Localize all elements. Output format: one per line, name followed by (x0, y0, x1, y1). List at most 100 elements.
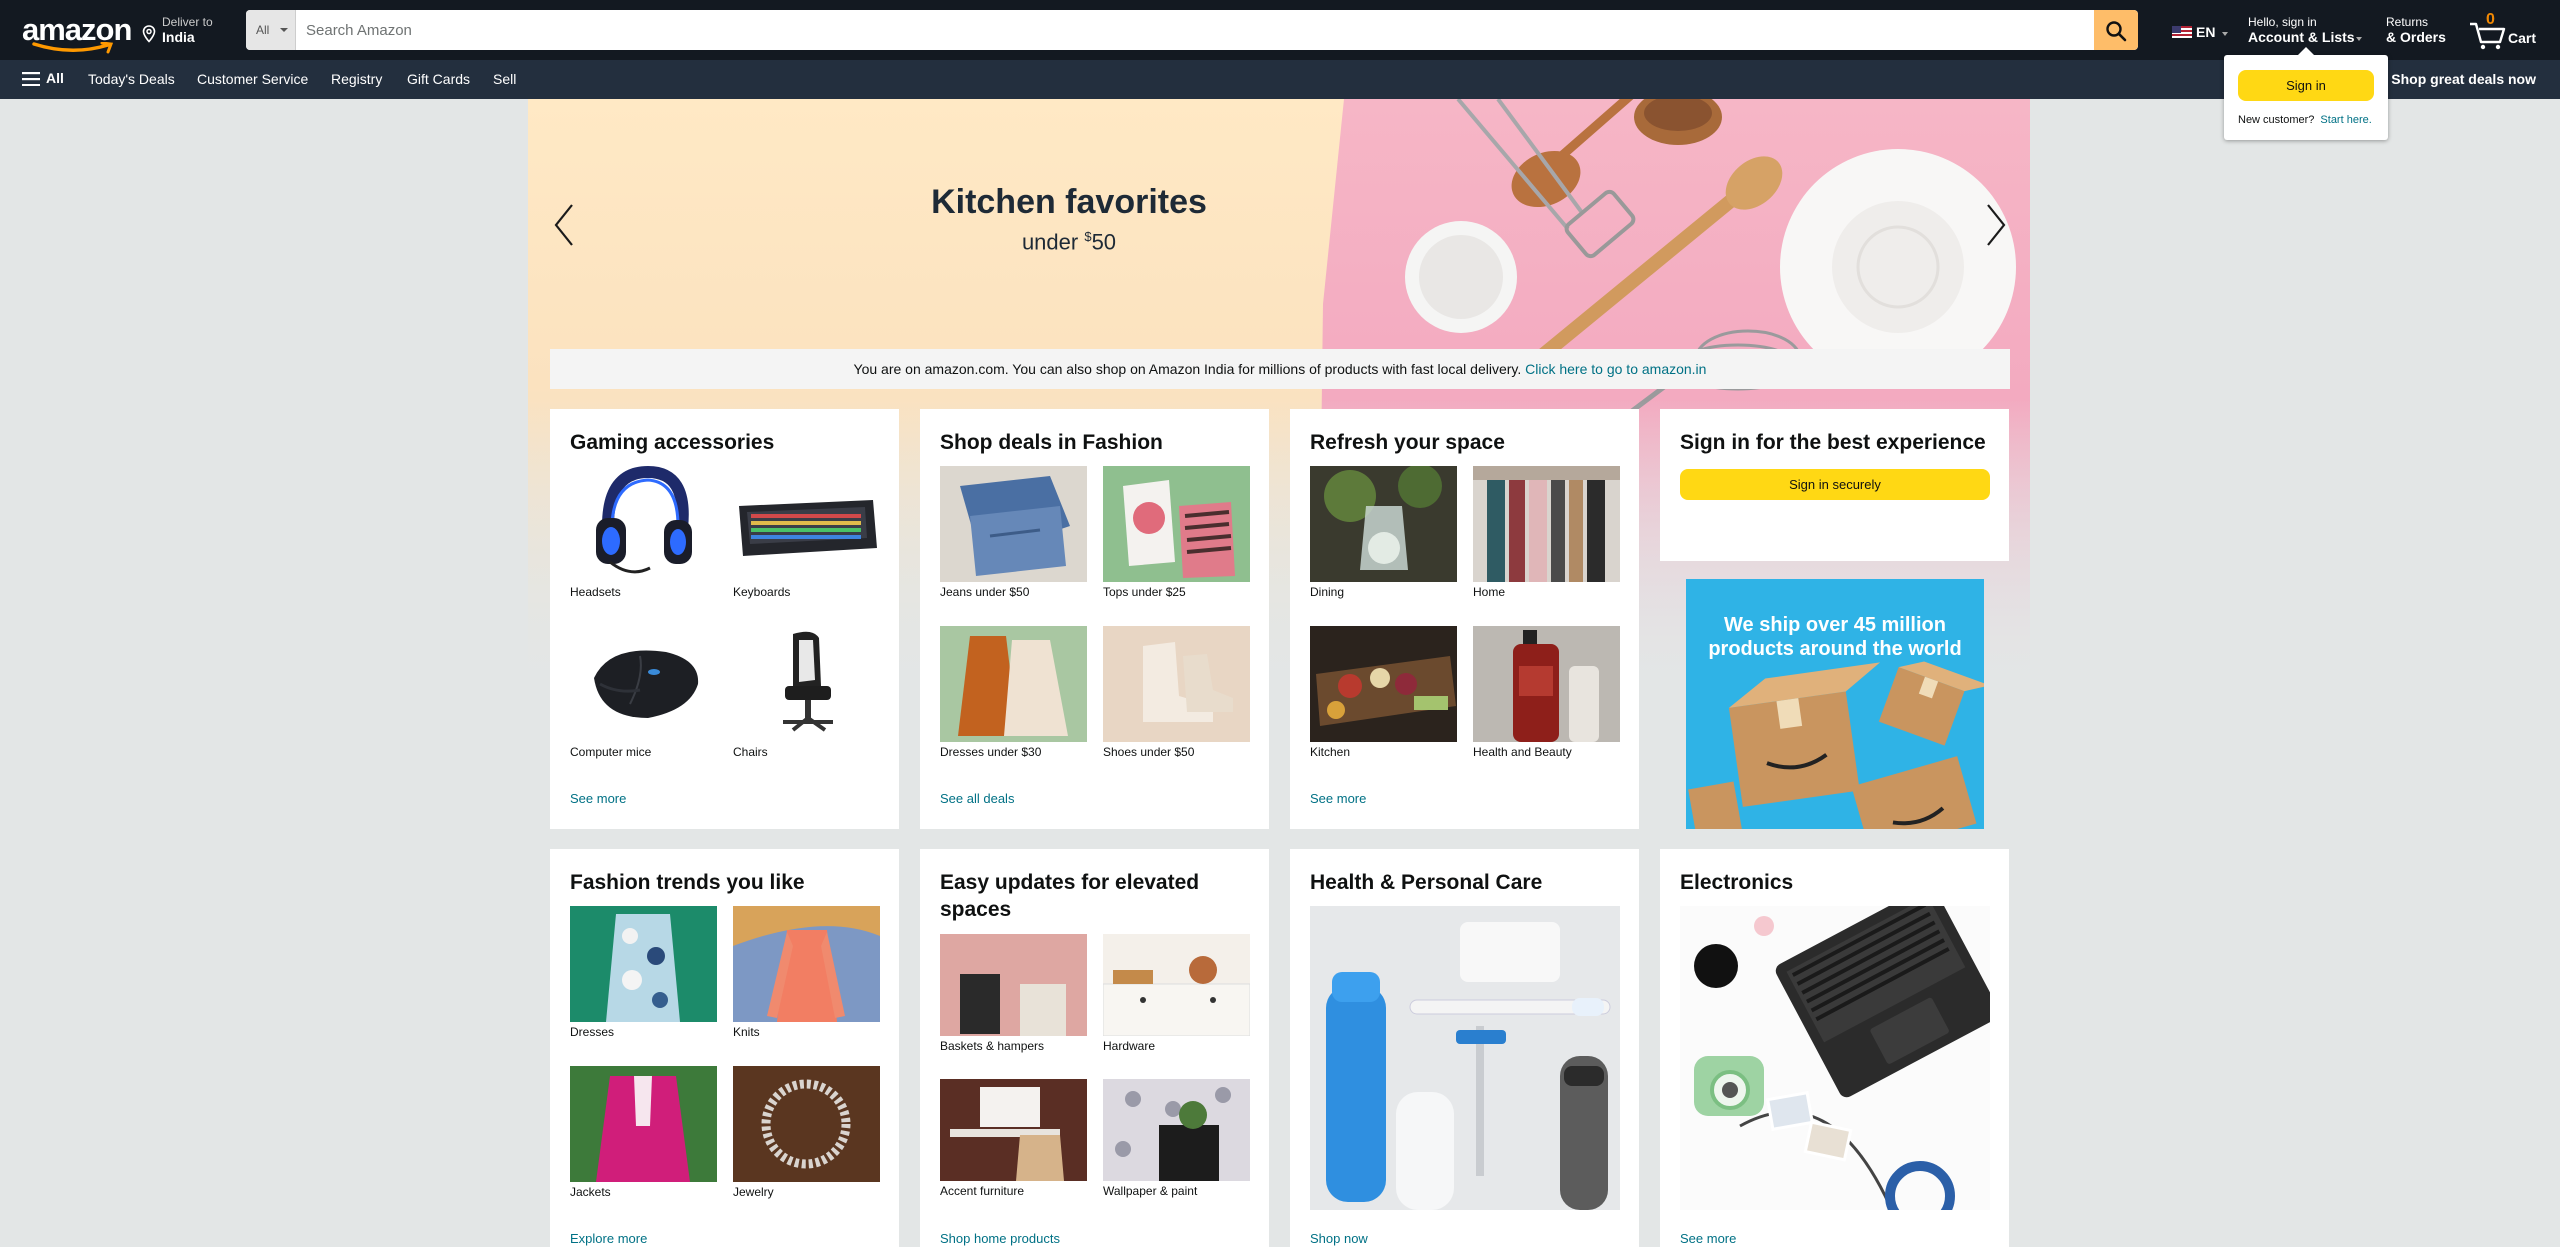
tile-trend-dresses[interactable]: Dresses (570, 906, 717, 1039)
search-category-label: All (256, 23, 270, 37)
search-category-select[interactable]: All (246, 10, 296, 50)
home-image (1473, 466, 1620, 582)
nav-link-sell[interactable]: Sell (493, 71, 516, 87)
nav-link-gift-cards[interactable]: Gift Cards (407, 71, 470, 87)
jacket-image (570, 1066, 717, 1182)
card-electronics: Electronics See more (1660, 849, 2009, 1247)
tile-health-beauty[interactable]: Health and Beauty (1473, 626, 1620, 759)
search-submit-button[interactable] (2094, 10, 2138, 50)
tile-caption: Jewelry (733, 1185, 774, 1199)
carousel-next-arrow-icon[interactable] (1984, 203, 2008, 247)
tile-wallpaper[interactable]: Wallpaper & paint (1103, 1079, 1250, 1198)
secondary-navbar: All Today's Deals Customer Service Regis… (0, 60, 2560, 99)
see-all-deals-link[interactable]: See all deals (940, 791, 1014, 806)
nav-link-customer-service[interactable]: Customer Service (197, 71, 308, 87)
card-title: Electronics (1680, 871, 1794, 894)
tile-caption: Accent furniture (940, 1184, 1025, 1198)
shop-home-products-link[interactable]: Shop home products (940, 1231, 1060, 1246)
tile-jewelry[interactable]: Jewelry (733, 1066, 880, 1199)
returns-label: Returns (2386, 15, 2429, 29)
hero-title: Kitchen favorites (931, 183, 1207, 221)
hero-sub-amount: 50 (1091, 229, 1117, 255)
tile-shoes[interactable]: Shoes under $50 (1103, 626, 1250, 759)
tile-dining[interactable]: Dining (1310, 466, 1457, 599)
card-easy-updates: Easy updates for elevated spaces Baskets… (920, 849, 1269, 1247)
tile-jackets[interactable]: Jackets (570, 1066, 717, 1199)
tile-home[interactable]: Home (1473, 466, 1620, 599)
hamburger-menu-icon (22, 72, 40, 86)
shoes-image (1103, 626, 1250, 742)
tile-tops[interactable]: Tops under $25 (1103, 466, 1250, 599)
tile-knits[interactable]: Knits (733, 906, 880, 1039)
knit-image (733, 906, 880, 1022)
tile-caption: Chairs (733, 745, 768, 759)
headset-image (570, 466, 717, 582)
tile-caption: Computer mice (570, 745, 652, 759)
tile-jeans[interactable]: Jeans under $50 (940, 466, 1087, 599)
tile-caption: Wallpaper & paint (1103, 1184, 1198, 1198)
top-navbar: amazon Deliver to India All EN (0, 0, 2560, 60)
tile-caption: Headsets (570, 585, 621, 599)
sign-in-securely-button[interactable]: Sign in securely (1680, 469, 1990, 500)
hardware-image (1103, 934, 1250, 1036)
card-title: Refresh your space (1310, 431, 1505, 454)
baskets-image (940, 934, 1087, 1036)
jewelry-image (733, 1066, 880, 1182)
cart-button[interactable]: 0 Cart (2468, 10, 2538, 50)
wallpaper-image (1103, 1079, 1250, 1181)
tile-caption: Knits (733, 1025, 760, 1039)
card-fashion-trends: Fashion trends you like Dresses Knits Ja… (550, 849, 899, 1247)
notice-text: You are on amazon.com. You can also shop… (853, 361, 1526, 377)
flyout-signin-button[interactable]: Sign in (2238, 70, 2374, 101)
dresses-image (940, 626, 1087, 742)
new-customer-label: New customer? (2238, 114, 2315, 126)
tile-headsets[interactable]: Headsets (570, 466, 717, 599)
tile-caption: Jackets (570, 1185, 611, 1199)
search-icon (2106, 21, 2127, 42)
tile-chairs[interactable]: Chairs (733, 626, 880, 759)
tile-hardware[interactable]: Hardware (1103, 934, 1250, 1053)
card-title: Gaming accessories (570, 431, 775, 454)
search-bar: All (246, 10, 2138, 50)
tile-caption: Health and Beauty (1473, 745, 1572, 759)
tops-image (1103, 466, 1250, 582)
account-greeting: Hello, sign in (2248, 15, 2317, 29)
language-code: EN (2196, 24, 2216, 40)
computer-mouse-image (570, 626, 717, 742)
nav-link-registry[interactable]: Registry (331, 71, 382, 87)
explore-more-link[interactable]: Explore more (570, 1231, 647, 1246)
tile-caption: Dresses under $30 (940, 745, 1042, 759)
card-title: Health & Personal Care (1310, 871, 1543, 894)
electronics-image[interactable] (1680, 906, 1990, 1210)
international-shipping-ad[interactable]: We ship over 45 million products around … (1686, 579, 1984, 829)
health-products-image[interactable] (1310, 906, 1620, 1210)
see-more-link[interactable]: See more (1310, 791, 1366, 806)
tile-caption: Dining (1310, 585, 1345, 599)
caret-down-icon (2356, 37, 2362, 41)
jeans-image (940, 466, 1087, 582)
see-more-link[interactable]: See more (1680, 1231, 1736, 1246)
international-notice: You are on amazon.com. You can also shop… (550, 349, 2010, 389)
cart-icon (2470, 22, 2506, 50)
search-input[interactable] (298, 10, 2082, 50)
nav-link-todays-deals[interactable]: Today's Deals (88, 71, 175, 87)
shop-now-link[interactable]: Shop now (1310, 1231, 1368, 1246)
tile-keyboards[interactable]: Keyboards (733, 466, 880, 599)
logo-smile-icon (32, 42, 114, 54)
promo-link[interactable]: Shop great deals now (2391, 71, 2536, 87)
amazon-in-link[interactable]: Click here to go to amazon.in (1525, 361, 1706, 377)
tile-accent-furniture[interactable]: Accent furniture (940, 1079, 1087, 1198)
all-menu-label: All (46, 70, 64, 86)
amazon-logo[interactable]: amazon (20, 12, 132, 54)
card-title: Easy updates for elevated spaces (940, 871, 1200, 921)
tile-baskets[interactable]: Baskets & hampers (940, 934, 1087, 1053)
tile-computer-mice[interactable]: Computer mice (570, 626, 717, 759)
start-here-link[interactable]: Start here. (2320, 114, 2371, 126)
keyboard-image (733, 466, 880, 582)
carousel-prev-arrow-icon[interactable] (552, 203, 576, 247)
see-more-link[interactable]: See more (570, 791, 626, 806)
dress-image (570, 906, 717, 1022)
tile-dresses[interactable]: Dresses under $30 (940, 626, 1087, 759)
tile-caption: Kitchen (1310, 745, 1351, 759)
tile-kitchen[interactable]: Kitchen (1310, 626, 1457, 759)
